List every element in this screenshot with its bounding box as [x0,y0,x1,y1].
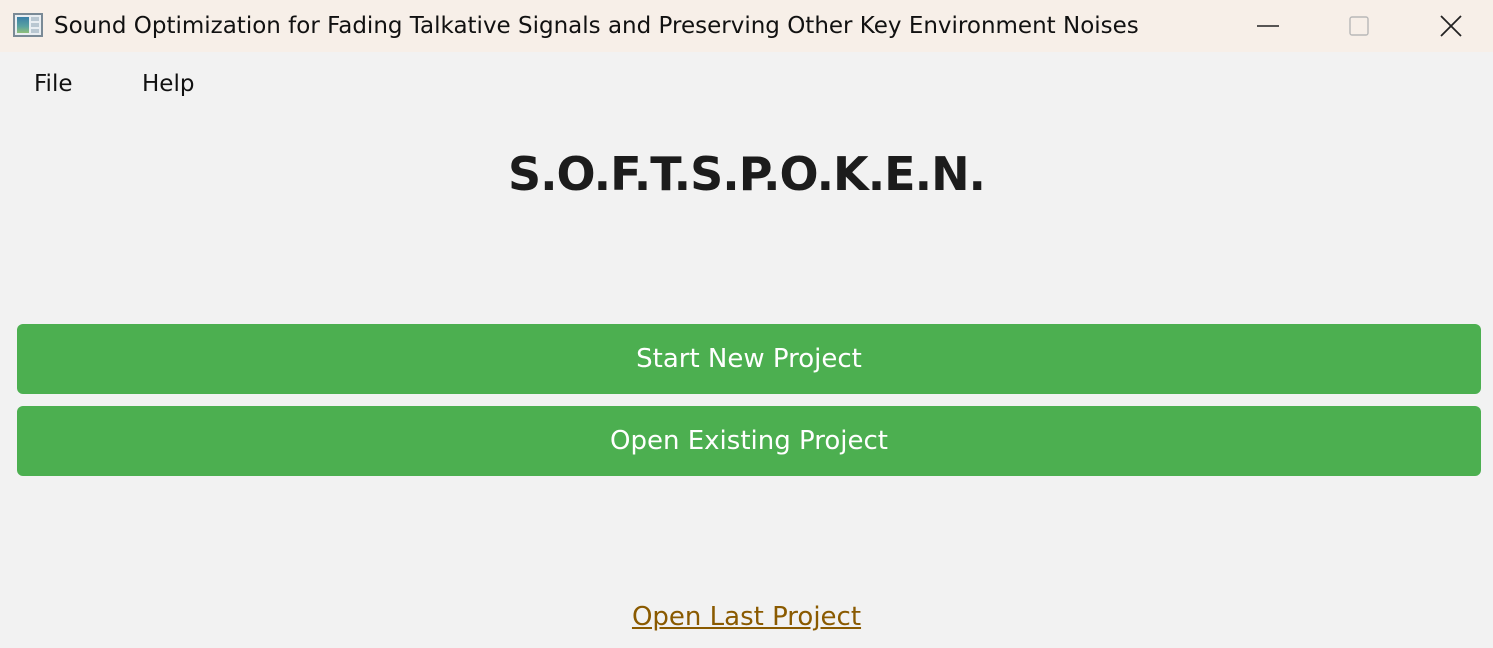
minimize-button[interactable] [1222,0,1314,52]
open-last-project-link-row: Open Last Project [0,602,1493,632]
close-button[interactable] [1405,0,1493,52]
window-title: Sound Optimization for Fading Talkative … [54,13,1139,39]
menu-bar: File Help [0,52,1493,122]
open-existing-project-button[interactable]: Open Existing Project [17,406,1481,476]
menu-file[interactable]: File [34,71,73,97]
maximize-button[interactable] [1313,0,1405,52]
minimize-icon [1257,25,1279,27]
title-bar[interactable]: Sound Optimization for Fading Talkative … [0,0,1493,52]
start-new-project-button[interactable]: Start New Project [17,324,1481,394]
app-window: Sound Optimization for Fading Talkative … [0,0,1493,648]
app-window-icon [13,13,43,37]
open-last-project-link[interactable]: Open Last Project [632,602,861,632]
maximize-icon [1349,16,1369,36]
menu-help[interactable]: Help [142,71,194,97]
close-icon [1440,15,1462,37]
app-heading: S.O.F.T.S.P.O.K.E.N. [507,147,986,201]
